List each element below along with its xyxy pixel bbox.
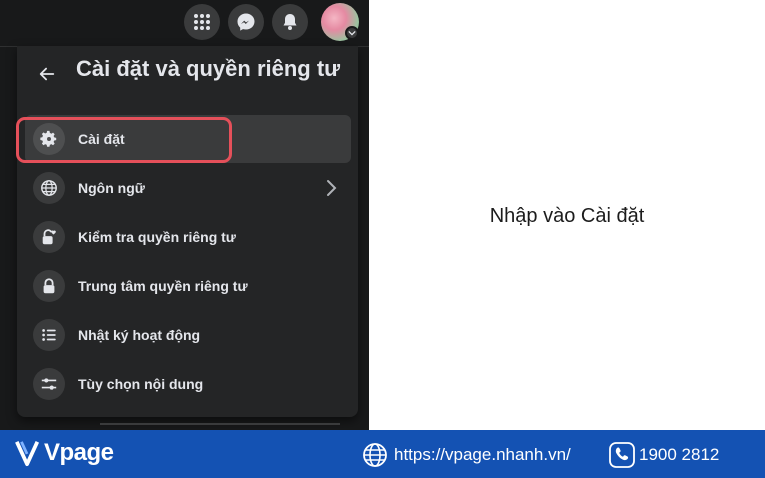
brand-logo[interactable]: Vpage [14, 438, 114, 468]
phone-link[interactable]: 1900 2812 [609, 442, 719, 468]
menu-item-language[interactable]: Ngôn ngữ [25, 164, 351, 212]
bell-icon [283, 14, 297, 30]
menu-item-label: Nhật ký hoạt động [78, 327, 201, 343]
list-icon [33, 319, 65, 351]
facebook-screenshot: Cài đặt và quyền riêng tư Cài đặt Ngôn n… [0, 0, 369, 430]
sliders-icon [33, 368, 65, 400]
globe-icon [33, 172, 65, 204]
menu-item-privacy-center[interactable]: Trung tâm quyền riêng tư [25, 262, 351, 310]
account-chevron-icon[interactable] [345, 26, 359, 40]
menu-item-content-preferences[interactable]: Tùy chọn nội dung [25, 360, 351, 408]
menu-grid-button[interactable] [184, 4, 220, 40]
phone-icon [609, 442, 635, 468]
menu-grid-icon [194, 14, 210, 30]
highlight-box [16, 117, 232, 163]
instruction-caption: Nhập vào Cài đặt [489, 205, 645, 227]
globe-icon [363, 443, 387, 467]
messenger-button[interactable] [228, 4, 264, 40]
menu-item-privacy-checkup[interactable]: Kiểm tra quyền riêng tư [25, 213, 351, 261]
topbar-icons [184, 4, 308, 40]
feed-divider [100, 423, 340, 425]
settings-privacy-panel: Cài đặt và quyền riêng tư Cài đặt Ngôn n… [17, 46, 358, 417]
panel-title: Cài đặt và quyền riêng tư [76, 56, 341, 81]
menu-item-label: Trung tâm quyền riêng tư [78, 278, 248, 294]
footer-bar: Vpage https://vpage.nhanh.vn/ 1900 2812 [0, 430, 765, 478]
lock-icon [33, 270, 65, 302]
brand-name: Vpage [44, 439, 114, 466]
menu-item-activity-log[interactable]: Nhật ký hoạt động [25, 311, 351, 359]
notifications-button[interactable] [272, 4, 308, 40]
messenger-icon [237, 13, 255, 31]
chevron-right-icon [327, 180, 337, 196]
lock-heart-icon [33, 221, 65, 253]
phone-number: 1900 2812 [639, 445, 720, 464]
menu-item-label: Tùy chọn nội dung [78, 376, 204, 392]
back-arrow-icon [39, 67, 55, 81]
website-url: https://vpage.nhanh.vn/ [394, 445, 571, 464]
back-button[interactable] [35, 62, 59, 86]
vpage-logo-icon [15, 441, 40, 467]
website-link[interactable]: https://vpage.nhanh.vn/ [362, 442, 571, 468]
menu-item-label: Kiểm tra quyền riêng tư [78, 229, 236, 245]
menu-item-label: Ngôn ngữ [78, 180, 145, 196]
